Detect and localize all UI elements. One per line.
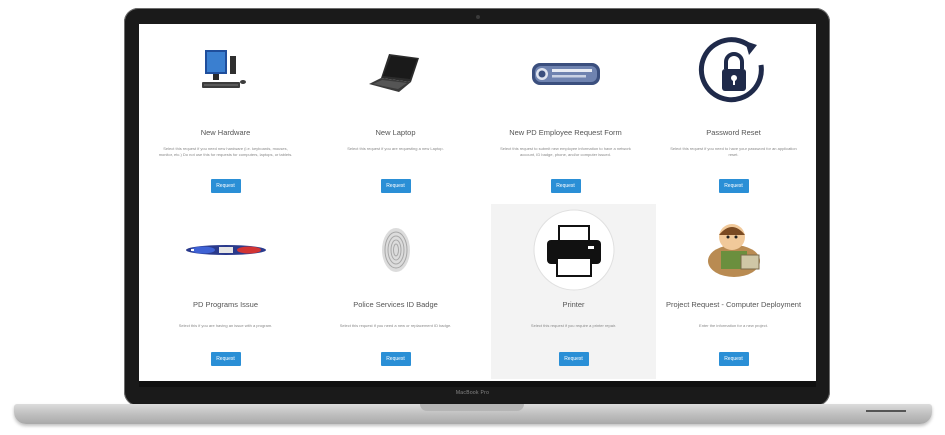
request-button[interactable]: Request bbox=[718, 352, 749, 366]
laptop-screen: New Hardware Select this request if you … bbox=[139, 24, 816, 381]
request-button[interactable]: Request bbox=[210, 352, 241, 366]
request-title: Password Reset bbox=[706, 128, 761, 137]
screen-bezel-bottom bbox=[139, 381, 816, 387]
request-button[interactable]: Request bbox=[718, 179, 749, 193]
laptop-icon bbox=[313, 36, 478, 112]
request-button[interactable]: Request bbox=[550, 179, 581, 193]
desktop-computer-icon bbox=[143, 36, 308, 112]
lock-reset-icon bbox=[651, 36, 816, 112]
request-card-password-reset: Password Reset Select this request if yo… bbox=[651, 28, 816, 203]
request-description: Select this request if you are requestin… bbox=[347, 146, 444, 151]
request-button[interactable]: Request bbox=[380, 179, 411, 193]
camera-icon bbox=[476, 15, 480, 19]
request-card-new-pd-employee: New PD Employee Request Form Select this… bbox=[483, 28, 648, 203]
request-description: Enter the information for a new project. bbox=[699, 323, 768, 328]
request-title: New Laptop bbox=[375, 128, 416, 137]
request-title: Police Services ID Badge bbox=[353, 300, 438, 309]
request-card-project-request: Project Request - Computer Deployment En… bbox=[651, 204, 816, 379]
request-button[interactable]: Request bbox=[558, 352, 589, 366]
police-seal-icon bbox=[483, 36, 648, 112]
request-description: Select this request to submit new employ… bbox=[500, 146, 631, 157]
request-card-pd-programs-issue: PD Programs Issue Select this if you are… bbox=[143, 204, 308, 379]
request-card-police-id-badge: Police Services ID Badge Select this req… bbox=[313, 204, 478, 379]
police-lights-icon bbox=[143, 212, 308, 288]
project-cartoon-icon bbox=[651, 212, 816, 288]
request-description: Select this request if you require a pri… bbox=[530, 323, 617, 328]
request-button[interactable]: Request bbox=[380, 352, 411, 366]
request-card-new-laptop: New Laptop Select this request if you ar… bbox=[313, 28, 478, 203]
request-description: Select this request if you need to have … bbox=[670, 146, 797, 157]
request-grid: New Hardware Select this request if you … bbox=[139, 24, 816, 381]
request-description: Select this request if you need new hard… bbox=[158, 146, 293, 157]
request-title: New PD Employee Request Form bbox=[509, 128, 622, 137]
fingerprint-icon bbox=[313, 212, 478, 288]
laptop-base-slot bbox=[866, 410, 906, 412]
request-description: Select this request if you need a new or… bbox=[339, 323, 452, 328]
laptop-base-notch bbox=[420, 404, 524, 411]
laptop-model-label: MacBook Pro bbox=[455, 390, 490, 396]
request-title: Printer bbox=[562, 300, 585, 309]
request-title: New Hardware bbox=[200, 128, 251, 137]
request-button[interactable]: Request bbox=[210, 179, 241, 193]
request-card-new-hardware: New Hardware Select this request if you … bbox=[143, 28, 308, 203]
request-title: Project Request - Computer Deployment bbox=[665, 300, 802, 309]
request-description: Select this if you are having an issue w… bbox=[178, 323, 273, 328]
printer-icon bbox=[491, 209, 656, 291]
request-card-printer: Printer Select this request if you requi… bbox=[491, 204, 656, 379]
request-title: PD Programs Issue bbox=[192, 300, 259, 309]
